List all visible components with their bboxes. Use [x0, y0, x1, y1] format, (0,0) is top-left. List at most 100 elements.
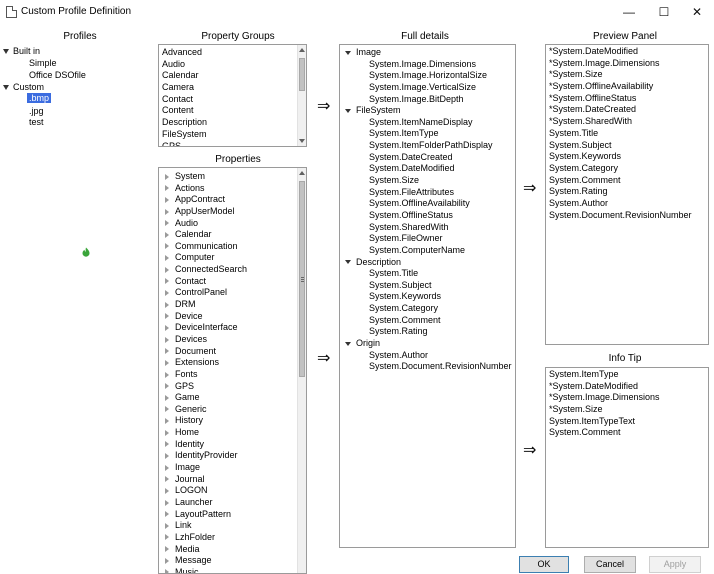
- property-item[interactable]: GPS: [159, 381, 306, 393]
- detail-item[interactable]: System.Image.VerticalSize: [340, 82, 515, 94]
- info-tip-item[interactable]: System.ItemTypeText: [549, 416, 708, 428]
- preview-item[interactable]: *System.OfflineAvailability: [549, 81, 708, 93]
- expand-icon[interactable]: [165, 499, 169, 506]
- profile-item[interactable]: test: [29, 117, 44, 128]
- detail-group[interactable]: Description: [340, 257, 515, 269]
- property-item[interactable]: AppUserModel: [159, 206, 306, 218]
- info-tip-item[interactable]: *System.Image.Dimensions: [549, 392, 708, 404]
- property-group-item[interactable]: FileSystem: [162, 129, 306, 141]
- property-item[interactable]: Fonts: [159, 369, 306, 381]
- property-group-item[interactable]: Contact: [162, 94, 306, 106]
- detail-item[interactable]: System.Subject: [340, 280, 515, 292]
- preview-item[interactable]: *System.DateModified: [549, 46, 708, 58]
- property-item[interactable]: System: [159, 171, 306, 183]
- expand-icon[interactable]: [165, 324, 169, 331]
- detail-item[interactable]: System.ComputerName: [340, 245, 515, 257]
- detail-item[interactable]: System.Image.HorizontalSize: [340, 70, 515, 82]
- property-item[interactable]: Actions: [159, 183, 306, 195]
- collapse-icon[interactable]: [345, 108, 351, 113]
- expand-icon[interactable]: [165, 266, 169, 273]
- detail-item[interactable]: System.Keywords: [340, 291, 515, 303]
- detail-item[interactable]: System.SharedWith: [340, 222, 515, 234]
- expand-icon[interactable]: [165, 231, 169, 238]
- preview-item[interactable]: *System.DateCreated: [549, 104, 708, 116]
- detail-item[interactable]: System.Comment: [340, 315, 515, 327]
- detail-item[interactable]: System.ItemFolderPathDisplay: [340, 140, 515, 152]
- detail-item[interactable]: System.Rating: [340, 326, 515, 338]
- expand-icon[interactable]: [165, 255, 169, 262]
- property-item[interactable]: Music: [159, 567, 306, 573]
- expand-icon[interactable]: [165, 464, 169, 471]
- profile-item-selected[interactable]: .bmp: [27, 93, 52, 104]
- expand-icon[interactable]: [165, 243, 169, 250]
- property-item[interactable]: Calendar: [159, 229, 306, 241]
- preview-item[interactable]: System.Title: [549, 128, 708, 140]
- expand-icon[interactable]: [165, 278, 169, 285]
- expand-icon[interactable]: [165, 557, 169, 564]
- expand-icon[interactable]: [165, 534, 169, 541]
- detail-item[interactable]: System.ItemNameDisplay: [340, 117, 515, 129]
- preview-item[interactable]: *System.Size: [549, 69, 708, 81]
- property-item[interactable]: Message: [159, 555, 306, 567]
- profile-item[interactable]: Office DSOfile: [29, 70, 86, 81]
- expand-icon[interactable]: [165, 220, 169, 227]
- preview-item[interactable]: *System.OfflineStatus: [549, 93, 708, 105]
- scrollbar-thumb[interactable]: [299, 58, 305, 91]
- expand-icon[interactable]: [165, 371, 169, 378]
- add-arrow-preview-panel[interactable]: ⇒: [523, 181, 536, 197]
- preview-item[interactable]: System.Rating: [549, 186, 708, 198]
- property-group-item[interactable]: Calendar: [162, 70, 306, 82]
- add-arrow-full-details-2[interactable]: ⇒: [317, 351, 330, 367]
- property-item[interactable]: Image: [159, 462, 306, 474]
- expand-icon[interactable]: [165, 208, 169, 215]
- detail-item[interactable]: System.Image.BitDepth: [340, 94, 515, 106]
- property-item[interactable]: Extensions: [159, 357, 306, 369]
- expand-icon[interactable]: [165, 313, 169, 320]
- detail-item[interactable]: System.FileAttributes: [340, 187, 515, 199]
- scrollbar-thumb[interactable]: [299, 181, 305, 377]
- property-item[interactable]: Media: [159, 544, 306, 556]
- detail-group[interactable]: Image: [340, 47, 515, 59]
- property-group-item[interactable]: GPS: [162, 141, 306, 147]
- property-group-item[interactable]: Content: [162, 105, 306, 117]
- maximize-button[interactable]: ☐: [647, 0, 681, 24]
- minimize-button[interactable]: —: [612, 0, 646, 24]
- property-item[interactable]: IdentityProvider: [159, 450, 306, 462]
- property-item[interactable]: Identity: [159, 439, 306, 451]
- property-item[interactable]: Generic: [159, 404, 306, 416]
- preview-item[interactable]: *System.SharedWith: [549, 116, 708, 128]
- property-item[interactable]: Contact: [159, 276, 306, 288]
- preview-item[interactable]: System.Author: [549, 198, 708, 210]
- expand-icon[interactable]: [165, 359, 169, 366]
- profiles-tree[interactable]: Built in Simple Office DSOfile Custom .b…: [0, 44, 150, 564]
- property-group-item[interactable]: Description: [162, 117, 306, 129]
- property-item[interactable]: Game: [159, 392, 306, 404]
- property-item[interactable]: Document: [159, 346, 306, 358]
- preview-item[interactable]: System.Subject: [549, 140, 708, 152]
- detail-item[interactable]: System.OfflineStatus: [340, 210, 515, 222]
- title-bar[interactable]: Custom Profile Definition — ☐ ✕: [0, 0, 714, 24]
- info-tip-list[interactable]: System.ItemType *System.DateModified *Syst…: [545, 367, 709, 548]
- property-item[interactable]: Link: [159, 520, 306, 532]
- preview-item[interactable]: System.Category: [549, 163, 708, 175]
- expand-icon[interactable]: [165, 406, 169, 413]
- detail-item[interactable]: System.DateModified: [340, 163, 515, 175]
- collapse-icon[interactable]: [345, 260, 351, 265]
- expand-icon[interactable]: [165, 394, 169, 401]
- expand-icon[interactable]: [165, 383, 169, 390]
- expand-icon[interactable]: [165, 348, 169, 355]
- collapse-icon[interactable]: [345, 50, 351, 55]
- expand-icon[interactable]: [165, 185, 169, 192]
- profile-item[interactable]: .jpg: [29, 106, 44, 117]
- property-item[interactable]: Home: [159, 427, 306, 439]
- property-item[interactable]: ControlPanel: [159, 287, 306, 299]
- expand-icon[interactable]: [165, 569, 169, 573]
- detail-item[interactable]: System.Author: [340, 350, 515, 362]
- property-item[interactable]: ConnectedSearch: [159, 264, 306, 276]
- property-group-item[interactable]: Camera: [162, 82, 306, 94]
- detail-item[interactable]: System.Category: [340, 303, 515, 315]
- expand-icon[interactable]: [3, 49, 9, 55]
- property-item[interactable]: Journal: [159, 474, 306, 486]
- tree-node-custom[interactable]: Custom: [3, 82, 44, 93]
- expand-icon[interactable]: [165, 301, 169, 308]
